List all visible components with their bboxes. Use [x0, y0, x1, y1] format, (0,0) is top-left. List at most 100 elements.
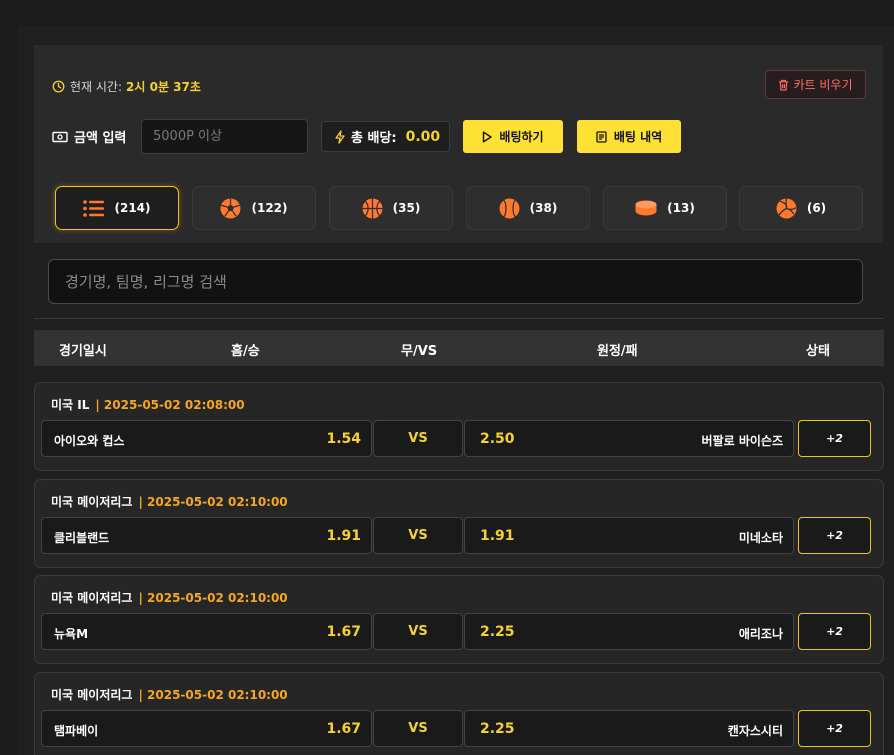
away-odds-button[interactable]: 2.25 캔자스시티 [464, 710, 794, 747]
more-markets-button[interactable]: +2 [798, 420, 871, 457]
column-header: 경기일시 [59, 344, 107, 359]
league-info: 미국 메이저리그 | 2025-05-02 02:10:00 [51, 493, 288, 510]
tab-baseball[interactable]: (38) [466, 186, 590, 230]
time-value: 2시 0분 37초 [126, 80, 201, 94]
home-odds: 1.54 [326, 431, 361, 447]
column-header: 상태 [806, 344, 830, 359]
match-row: 미국 메이저리그 | 2025-05-02 02:10:00 클리블랜드 1.91… [34, 479, 884, 568]
match-datetime: | 2025-05-02 02:10:00 [138, 688, 288, 702]
home-odds: 1.91 [326, 528, 361, 544]
vs-button[interactable]: VS [373, 517, 463, 554]
column-header: 무/VS [401, 344, 438, 359]
away-odds: 2.25 [480, 624, 515, 640]
current-time: 현재 시간: 2시 0분 37초 [52, 78, 201, 95]
amount-input[interactable] [141, 119, 308, 154]
home-odds-button[interactable]: 클리블랜드 1.91 [41, 517, 372, 554]
vs-button[interactable]: VS [373, 710, 463, 747]
away-team: 애리조나 [738, 627, 783, 641]
more-count: +2 [826, 625, 843, 638]
tab-count: (122) [251, 201, 288, 215]
place-bet-label: 배팅하기 [499, 130, 544, 144]
lightning-icon [335, 129, 345, 144]
vs-label: VS [408, 528, 428, 543]
total-odds: 총 배당: 0.00 [321, 121, 450, 152]
away-team: 버팔로 바이슨즈 [701, 434, 783, 448]
tab-count: (35) [392, 201, 421, 215]
away-odds: 2.50 [480, 431, 515, 447]
away-team: 캔자스시티 [727, 724, 783, 738]
home-team: 클리블랜드 [54, 531, 110, 545]
more-count: +2 [826, 529, 843, 542]
home-odds: 1.67 [326, 624, 361, 640]
vs-label: VS [408, 721, 428, 736]
play-icon [483, 131, 493, 142]
soccer-ball-icon [221, 198, 241, 218]
match-datetime: | 2025-05-02 02:10:00 [138, 591, 288, 605]
tab-hockey[interactable]: (13) [603, 186, 727, 230]
tab-count: (6) [806, 201, 827, 215]
league-name: 미국 메이저리그 [51, 688, 133, 702]
home-team: 탬파베이 [54, 724, 99, 738]
away-odds-button[interactable]: 1.91 미네소타 [464, 517, 794, 554]
search-input[interactable] [48, 259, 863, 304]
total-odds-label: 총 배당: [351, 131, 397, 146]
more-count: +2 [826, 432, 843, 445]
tab-count: (214) [114, 201, 151, 215]
bet-history-button[interactable]: 배팅 내역 [577, 120, 681, 153]
trash-icon [779, 79, 789, 91]
hockey-puck-icon [635, 200, 657, 216]
tab-count: (13) [667, 201, 695, 215]
clear-cart-button[interactable]: 카트 비우기 [765, 70, 866, 99]
match-row: 미국 메이저리그 | 2025-05-02 02:10:00 뉴욕M 1.67 V… [34, 575, 884, 664]
clock-icon [52, 80, 65, 93]
tab-all[interactable]: (214) [55, 186, 179, 230]
amount-label-text: 금액 입력 [74, 131, 127, 146]
league-info: 미국 메이저리그 | 2025-05-02 02:10:00 [51, 589, 288, 606]
league-info: 미국 메이저리그 | 2025-05-02 02:10:00 [51, 686, 288, 703]
more-markets-button[interactable]: +2 [798, 517, 871, 554]
match-datetime: | 2025-05-02 02:08:00 [95, 398, 245, 412]
away-odds: 2.25 [480, 721, 515, 737]
match-row: 미국 IL | 2025-05-02 02:08:00 아이오와 컵스 1.54 … [34, 382, 884, 471]
place-bet-button[interactable]: 배팅하기 [463, 120, 563, 153]
total-odds-value: 0.00 [405, 128, 441, 145]
tab-count: (38) [529, 201, 558, 215]
league-info: 미국 IL | 2025-05-02 02:08:00 [51, 396, 245, 413]
away-odds: 1.91 [480, 528, 515, 544]
home-team: 아이오와 컵스 [54, 434, 125, 448]
more-count: +2 [826, 722, 843, 735]
home-odds-button[interactable]: 탬파베이 1.67 [41, 710, 372, 747]
league-name: 미국 IL [51, 398, 90, 412]
clear-cart-label: 카트 비우기 [793, 78, 853, 92]
tab-basketball[interactable]: (35) [329, 186, 453, 230]
basketball-icon [362, 198, 383, 218]
column-header: 원정/패 [597, 344, 638, 359]
home-team: 뉴욕M [54, 627, 89, 641]
match-datetime: | 2025-05-02 02:10:00 [138, 495, 288, 509]
home-odds-button[interactable]: 뉴욕M 1.67 [41, 613, 372, 650]
column-header: 홈/승 [231, 344, 260, 359]
amount-label: 금액 입력 [52, 127, 126, 146]
vs-label: VS [408, 624, 428, 639]
cash-icon [52, 131, 68, 142]
tab-soccer[interactable]: (122) [192, 186, 316, 230]
away-odds-button[interactable]: 2.50 버팔로 바이슨즈 [464, 420, 794, 457]
volleyball-icon [776, 197, 797, 218]
away-odds-button[interactable]: 2.25 애리조나 [464, 613, 794, 650]
home-odds-button[interactable]: 아이오와 컵스 1.54 [41, 420, 372, 457]
vs-label: VS [408, 431, 428, 446]
time-label: 현재 시간: [70, 80, 123, 94]
baseball-icon [499, 198, 520, 218]
more-markets-button[interactable]: +2 [798, 710, 871, 747]
receipt-icon [596, 130, 607, 143]
league-name: 미국 메이저리그 [51, 495, 133, 509]
vs-button[interactable]: VS [373, 613, 463, 650]
table-header: 경기일시 홈/승 무/VS 원정/패 상태 [34, 330, 884, 366]
tab-volleyball[interactable]: (6) [739, 186, 863, 230]
more-markets-button[interactable]: +2 [798, 613, 871, 650]
league-name: 미국 메이저리그 [51, 591, 133, 605]
vs-button[interactable]: VS [373, 420, 463, 457]
list-icon [83, 199, 105, 217]
home-odds: 1.67 [326, 721, 361, 737]
match-row: 미국 메이저리그 | 2025-05-02 02:10:00 탬파베이 1.67 … [34, 672, 884, 755]
